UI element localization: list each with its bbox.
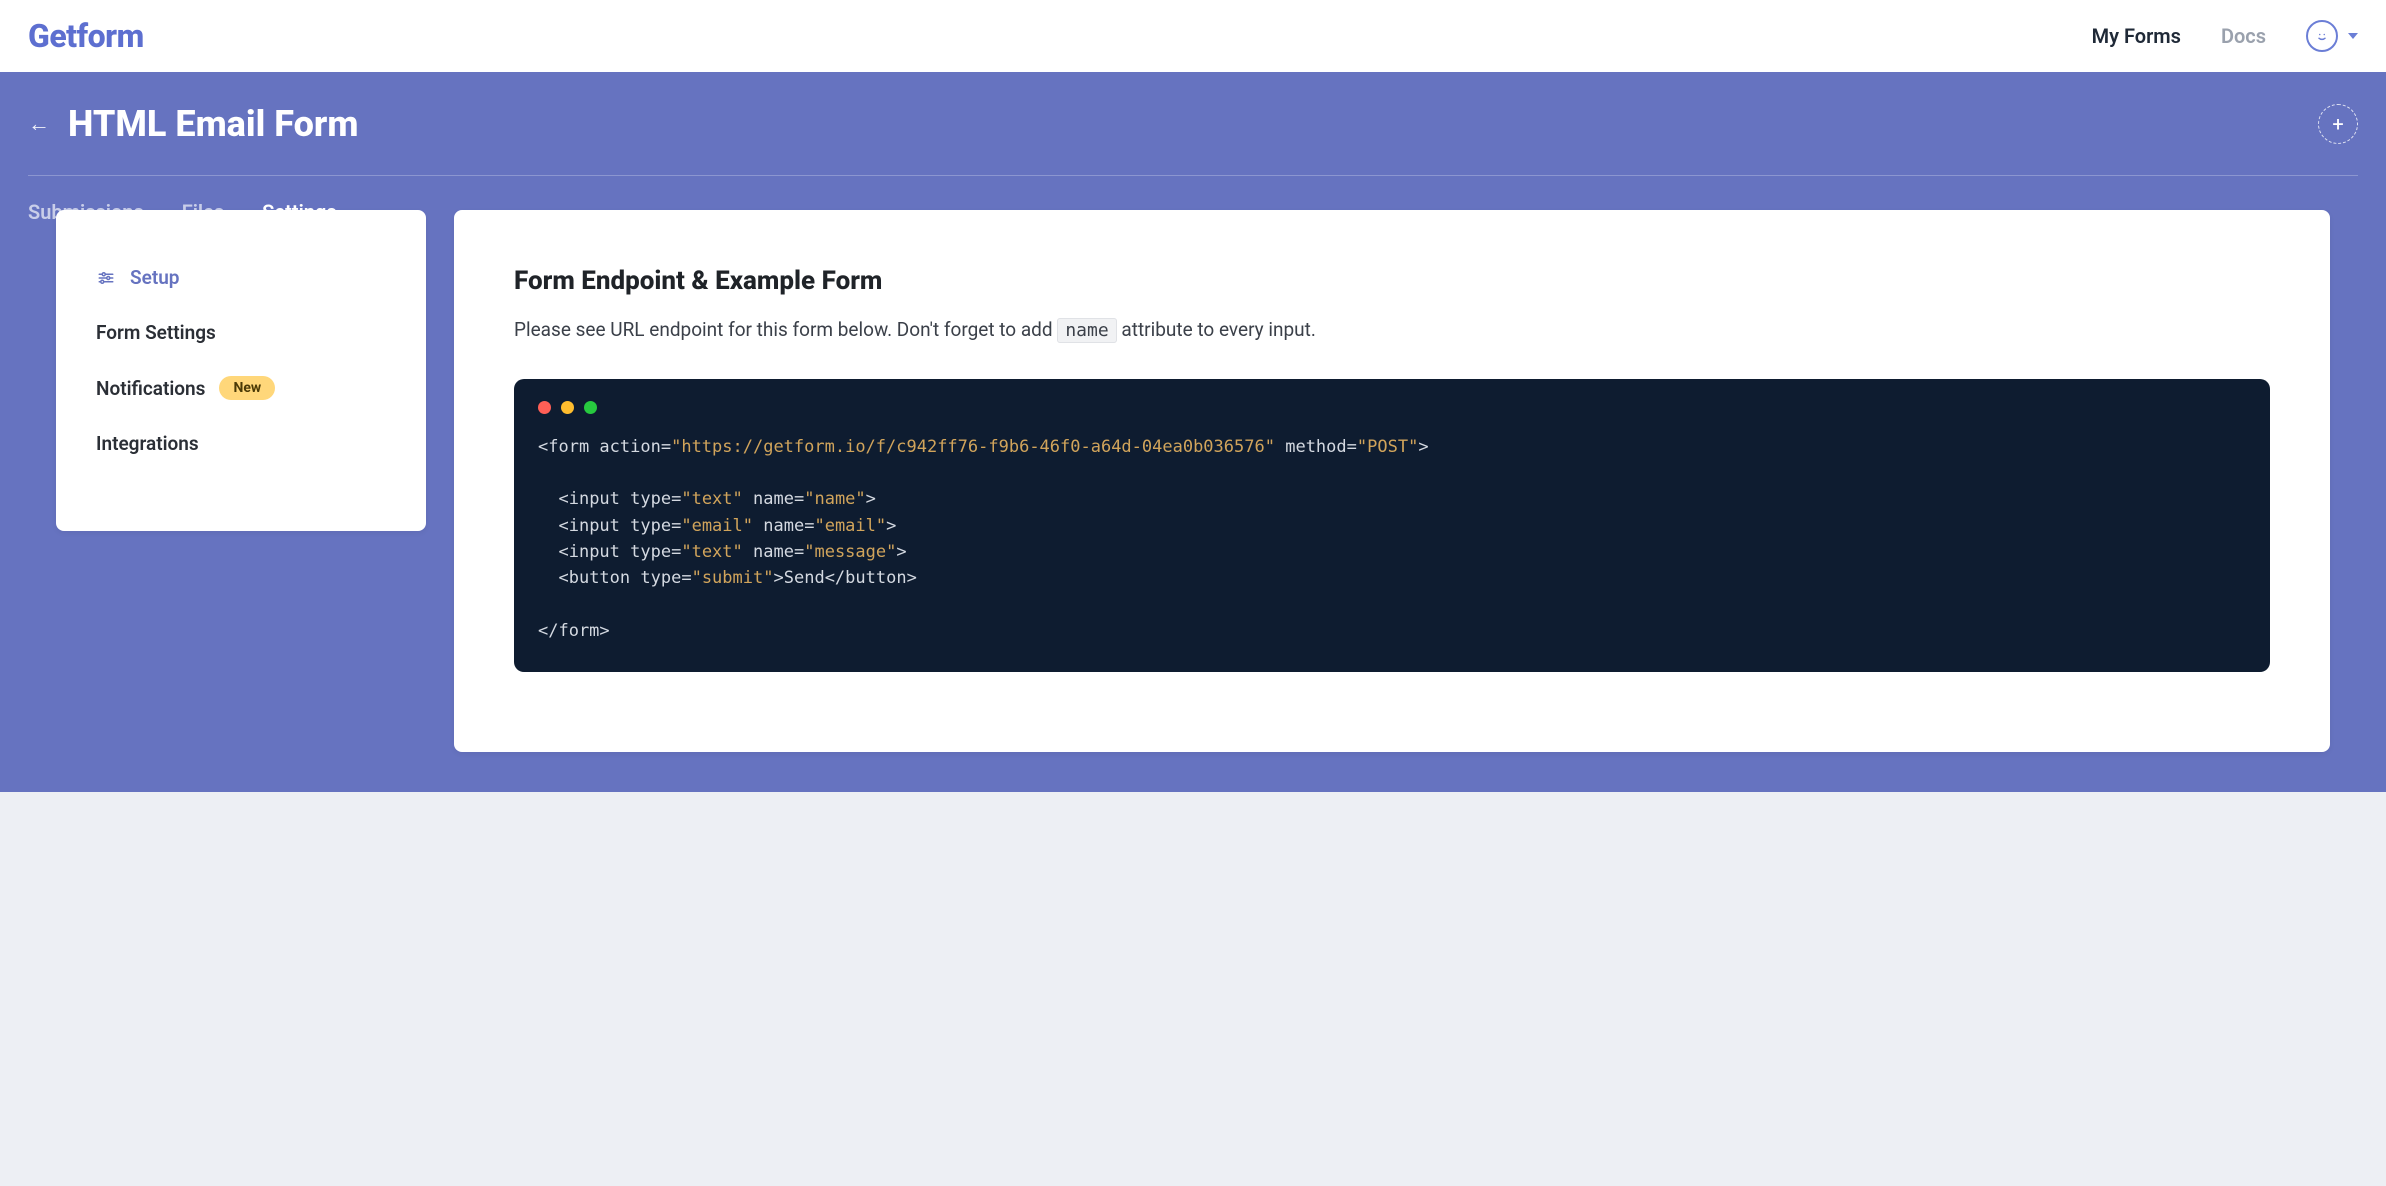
settings-sidebar: Setup Form Settings Notifications New In… <box>56 210 426 531</box>
account-menu[interactable] <box>2306 20 2358 52</box>
desc-text-after: attribute to every input. <box>1117 318 1316 341</box>
section-description: Please see URL endpoint for this form be… <box>514 316 2270 345</box>
nav-my-forms[interactable]: My Forms <box>2092 24 2181 48</box>
code-input0-name: name <box>814 489 855 509</box>
sidebar-item-notifications[interactable]: Notifications New <box>56 360 426 416</box>
code-input1-type: email <box>692 516 743 536</box>
avatar-icon <box>2306 20 2338 52</box>
code-block: <form action="https://getform.io/f/c942f… <box>538 434 2246 645</box>
code-method: POST <box>1367 437 1408 457</box>
header-band: ← HTML Email Form + Submissions Files Se… <box>0 72 2386 792</box>
add-button[interactable]: + <box>2318 104 2358 144</box>
sidebar-item-label: Setup <box>130 266 180 289</box>
brand-logo[interactable]: Getform <box>28 17 144 55</box>
code-example: <form action="https://getform.io/f/c942f… <box>514 379 2270 673</box>
sidebar-item-form-settings[interactable]: Form Settings <box>56 305 426 360</box>
traffic-red-icon <box>538 401 551 414</box>
sliders-icon <box>96 269 116 287</box>
back-arrow-icon[interactable]: ← <box>28 111 50 137</box>
page-title: HTML Email Form <box>68 103 358 145</box>
top-nav: Getform My Forms Docs <box>0 0 2386 72</box>
sidebar-item-integrations[interactable]: Integrations <box>56 416 426 471</box>
sidebar-item-label: Form Settings <box>96 321 216 344</box>
chevron-down-icon <box>2348 33 2358 39</box>
code-input0-type: text <box>692 489 733 509</box>
sidebar-item-label: Notifications <box>96 377 205 400</box>
code-action-url: https://getform.io/f/c942ff76-f9b6-46f0-… <box>681 437 1264 457</box>
section-heading: Form Endpoint & Example Form <box>514 266 2270 296</box>
plus-icon: + <box>2332 112 2343 136</box>
nav-docs[interactable]: Docs <box>2221 24 2266 48</box>
desc-text-before: Please see URL endpoint for this form be… <box>514 318 1057 341</box>
code-input2-type: text <box>692 542 733 562</box>
new-badge: New <box>219 376 275 400</box>
code-button-type: submit <box>702 568 763 588</box>
code-button-text: Send <box>784 568 825 588</box>
traffic-yellow-icon <box>561 401 574 414</box>
top-nav-right: My Forms Docs <box>2092 20 2358 52</box>
main-panel: Form Endpoint & Example Form Please see … <box>454 210 2330 752</box>
code-input1-name: email <box>825 516 876 536</box>
window-traffic-lights <box>538 401 2246 414</box>
sidebar-item-setup[interactable]: Setup <box>56 250 426 305</box>
sidebar-item-label: Integrations <box>96 432 199 455</box>
code-input2-name: message <box>814 542 886 562</box>
traffic-green-icon <box>584 401 597 414</box>
inline-code-name: name <box>1057 318 1116 343</box>
